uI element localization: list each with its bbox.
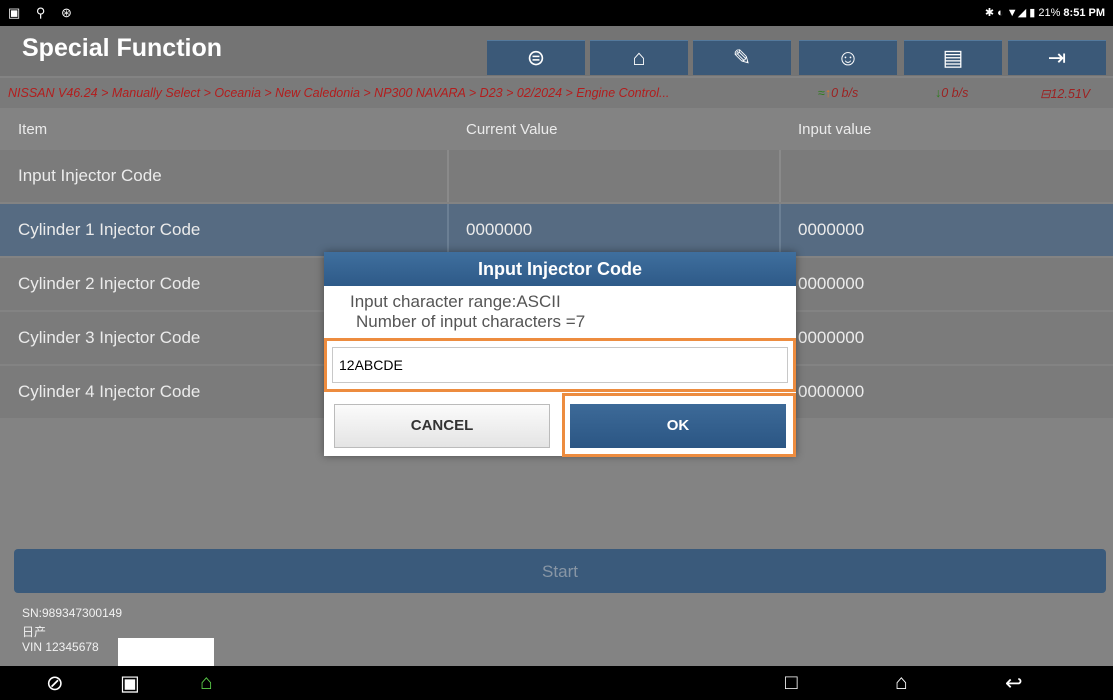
support-button[interactable]: ☺ (799, 40, 897, 75)
header-input-value: Input value (798, 120, 872, 138)
vin-redaction (118, 638, 214, 666)
battery-percent: 21% (1038, 7, 1061, 19)
clock: 8:51 PM (1063, 7, 1105, 19)
gallery-icon[interactable]: ▣ (120, 671, 140, 696)
breadcrumb-bar: NISSAN V46.24 > Manually Select > Oceani… (0, 78, 1113, 108)
exit-button[interactable]: ⇥ (1008, 40, 1106, 75)
header-item: Item (18, 120, 48, 138)
home-icon: ⌂ (632, 45, 646, 70)
row-current: 0000000 (466, 220, 533, 239)
ok-highlight (562, 393, 796, 457)
header-current-value: Current Value (466, 120, 558, 138)
table-row[interactable]: Input Injector Code (0, 150, 1113, 202)
divider (447, 150, 449, 202)
support-icon: ☺ (836, 45, 860, 70)
divider (779, 204, 781, 256)
dialog-range-text: Input character range:ASCII (350, 292, 561, 311)
print-icon: ▤ (942, 45, 964, 70)
steering-icon: ⊜ (526, 45, 546, 70)
vci-icon[interactable]: ⌂ (200, 671, 213, 695)
notification-icons: ▣ ⚲ ⊛ (8, 5, 78, 20)
row-item: Cylinder 2 Injector Code (18, 274, 201, 293)
divider (447, 204, 449, 256)
download-speed: ↓0 b/s (935, 86, 968, 100)
footer-info: SN:989347300149 日产 VIN 12345678 (0, 600, 1113, 666)
dialog-title: Input Injector Code (324, 252, 796, 286)
edit-icon: ✎ (732, 45, 752, 70)
table-row[interactable]: Cylinder 1 Injector Code 0000000 0000000 (0, 204, 1113, 256)
voltage: ⊟12.51V (1040, 86, 1090, 101)
upload-value: 0 b/s (831, 86, 859, 100)
recents-icon[interactable]: □ (785, 671, 798, 695)
row-input: 0000000 (798, 328, 865, 347)
status-right: ✱ ◐ ▼◢ ▮ 21% 8:51 PM (984, 7, 1105, 19)
upload-speed: ≈↑0 b/s (818, 86, 858, 100)
vin-label: VIN 12345678 (22, 640, 99, 654)
home-button[interactable]: ⌂ (590, 40, 688, 75)
breadcrumb: NISSAN V46.24 > Manually Select > Oceani… (8, 86, 670, 100)
wifi-icon: ≈ (818, 86, 825, 100)
row-item: Cylinder 4 Injector Code (18, 382, 201, 401)
brand-label: 日产 (22, 625, 47, 639)
browser-icon[interactable]: ⊘ (46, 671, 64, 696)
table-header: Item Current Value Input value (0, 110, 1113, 148)
exit-icon: ⇥ (1047, 45, 1067, 70)
print-button[interactable]: ▤ (904, 40, 1002, 75)
row-input: 0000000 (798, 274, 865, 293)
voltage-value: 12.51V (1050, 87, 1091, 101)
back-icon[interactable]: ↩ (1005, 671, 1023, 696)
divider (779, 150, 781, 202)
input-highlight (324, 338, 796, 392)
input-dialog: Input Injector Code Input character rang… (324, 252, 796, 457)
row-input: 0000000 (798, 382, 865, 401)
dialog-count-text: Number of input characters =7 (356, 312, 586, 331)
home-nav-icon[interactable]: ⌂ (895, 671, 908, 695)
status-bar: ▣ ⚲ ⊛ ✱ ◐ ▼◢ ▮ 21% 8:51 PM (0, 0, 1113, 26)
row-input: 0000000 (798, 220, 865, 239)
download-value: 0 b/s (941, 86, 969, 100)
start-button[interactable]: Start (14, 549, 1106, 593)
cancel-button[interactable]: CANCEL (334, 404, 550, 448)
row-item: Cylinder 1 Injector Code (18, 220, 201, 239)
serial-number: SN:989347300149 (22, 606, 123, 620)
android-nav-bar: ⊘ ▣ ⌂ □ ⌂ ↩ (0, 666, 1113, 700)
row-item: Input Injector Code (18, 166, 162, 185)
edit-button[interactable]: ✎ (693, 40, 791, 75)
page-title: Special Function (22, 34, 223, 62)
row-item: Cylinder 3 Injector Code (18, 328, 201, 347)
battery-icon: ⊟ (1040, 87, 1051, 101)
steering-button[interactable]: ⊜ (487, 40, 585, 75)
